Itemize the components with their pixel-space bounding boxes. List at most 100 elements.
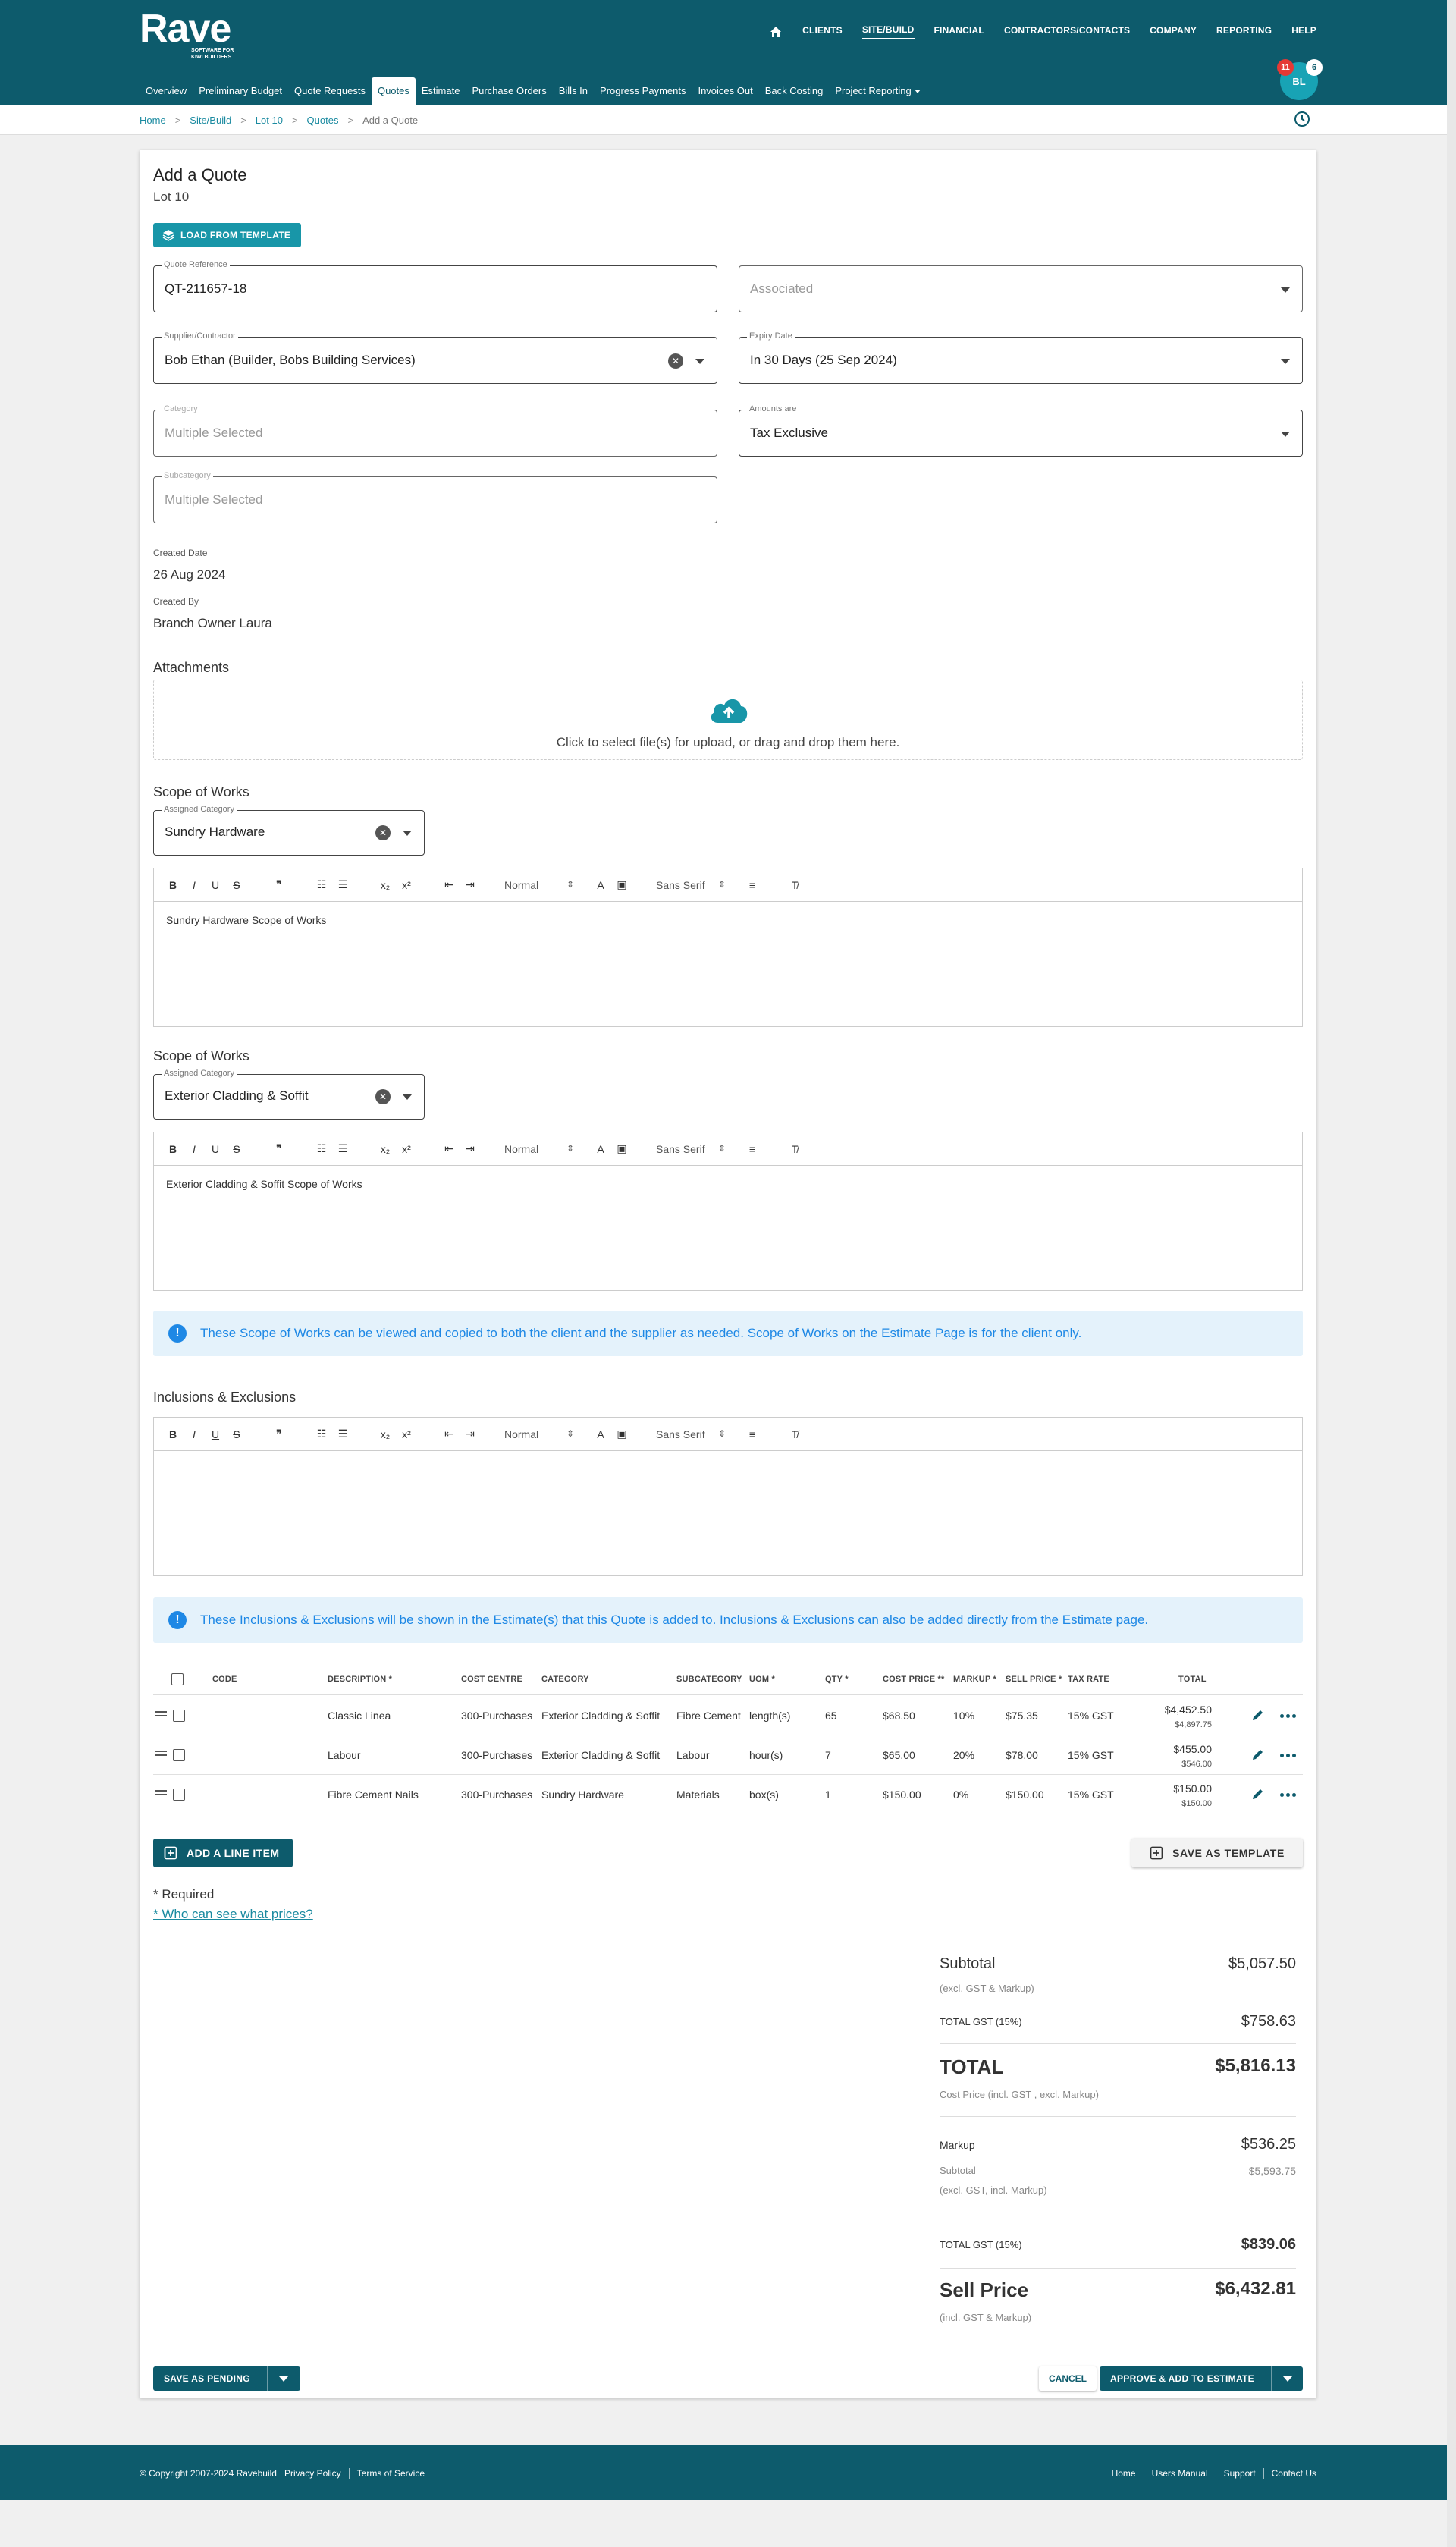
clear-icon[interactable]: ✕ [375, 825, 391, 840]
strike-icon[interactable]: S [228, 879, 245, 891]
ordered-list-icon[interactable]: ☷ [313, 878, 330, 891]
quote-icon[interactable]: ❞ [271, 1427, 287, 1440]
who-can-see-prices-link[interactable]: * Who can see what prices? [153, 1907, 313, 1922]
text-color-icon[interactable]: A [592, 879, 609, 891]
background-color-icon[interactable]: ▣ [613, 878, 630, 891]
bold-icon[interactable]: B [165, 1428, 181, 1440]
tab-preliminary-budget[interactable]: Preliminary Budget [193, 77, 288, 105]
category-field[interactable]: Category Multiple Selected [153, 404, 717, 457]
terms-of-service-link[interactable]: Terms of Service [357, 2468, 425, 2479]
table-row[interactable]: Fibre Cement Nails 300-Purchases Sundry … [153, 1775, 1303, 1814]
bullet-list-icon[interactable]: ☰ [334, 1142, 351, 1155]
chevron-down-icon[interactable] [1283, 2376, 1292, 2382]
quote-icon[interactable]: ❞ [271, 1142, 287, 1155]
topnav-company[interactable]: COMPANY [1150, 25, 1197, 39]
outdent-icon[interactable]: ⇤ [441, 1427, 457, 1440]
strike-icon[interactable]: S [228, 1428, 245, 1440]
text-color-icon[interactable]: A [592, 1428, 609, 1440]
outdent-icon[interactable]: ⇤ [441, 1142, 457, 1155]
tab-back-costing[interactable]: Back Costing [759, 77, 830, 105]
underline-icon[interactable]: U [207, 1428, 224, 1440]
notification-badge[interactable]: 11 [1277, 59, 1294, 76]
page-scrollbar[interactable] [1447, 0, 1456, 2547]
strike-icon[interactable]: S [228, 1143, 245, 1155]
more-options-icon[interactable] [1280, 1793, 1296, 1797]
home-icon[interactable] [769, 25, 783, 39]
privacy-policy-link[interactable]: Privacy Policy [284, 2468, 341, 2479]
associated-select[interactable]: Associated [739, 265, 1303, 312]
indent-icon[interactable]: ⇥ [462, 1142, 479, 1155]
support-link[interactable]: Support [1224, 2468, 1256, 2479]
breadcrumb-lot[interactable]: Lot 10 [256, 115, 283, 126]
edit-pencil-icon[interactable] [1251, 1748, 1265, 1761]
indent-icon[interactable]: ⇥ [462, 878, 479, 891]
ordered-list-icon[interactable]: ☷ [313, 1142, 330, 1155]
row-checkbox[interactable] [173, 1749, 185, 1761]
users-manual-link[interactable]: Users Manual [1152, 2468, 1208, 2479]
topnav-help[interactable]: HELP [1291, 25, 1316, 39]
footer-home-link[interactable]: Home [1112, 2468, 1136, 2479]
add-line-item-button[interactable]: ADD A LINE ITEM [153, 1839, 293, 1867]
breadcrumb-quotes[interactable]: Quotes [307, 115, 339, 126]
background-color-icon[interactable]: ▣ [613, 1427, 630, 1440]
assigned-category-select[interactable]: Assigned Category Sundry Hardware ✕ [153, 805, 425, 856]
tab-invoices-out[interactable]: Invoices Out [692, 77, 758, 105]
save-as-pending-button[interactable]: SAVE AS PENDING [153, 2366, 300, 2391]
clear-format-icon[interactable]: T̸ [786, 1428, 803, 1440]
file-dropzone[interactable]: Click to select file(s) for upload, or d… [153, 680, 1303, 760]
drag-handle-icon[interactable] [155, 1711, 167, 1719]
tab-quotes[interactable]: Quotes [371, 77, 416, 105]
superscript-icon[interactable]: x² [398, 1143, 415, 1155]
assigned-category-select[interactable]: Assigned Category Exterior Cladding & So… [153, 1069, 425, 1120]
size-select[interactable]: Normal [504, 1143, 588, 1155]
superscript-icon[interactable]: x² [398, 1428, 415, 1440]
text-color-icon[interactable]: A [592, 1143, 609, 1155]
topnav-site-build[interactable]: SITE/BUILD [861, 24, 915, 39]
message-badge[interactable]: 6 [1306, 59, 1323, 76]
bullet-list-icon[interactable]: ☰ [334, 1427, 351, 1440]
table-row[interactable]: Classic Linea 300-Purchases Exterior Cla… [153, 1696, 1303, 1735]
drag-handle-icon[interactable] [155, 1790, 167, 1798]
clear-format-icon[interactable]: T̸ [786, 1143, 803, 1155]
clear-icon[interactable]: ✕ [668, 353, 683, 369]
tab-bills-in[interactable]: Bills In [553, 77, 594, 105]
edit-pencil-icon[interactable] [1251, 1787, 1265, 1801]
editor-content[interactable]: Sundry Hardware Scope of Works [154, 902, 1302, 938]
history-clock-icon[interactable] [1294, 111, 1310, 127]
tab-project-reporting[interactable]: Project Reporting [829, 77, 926, 105]
load-from-template-button[interactable]: LOAD FROM TEMPLATE [153, 223, 302, 247]
size-select[interactable]: Normal [504, 879, 588, 891]
quote-icon[interactable]: ❞ [271, 878, 287, 891]
size-select[interactable]: Normal [504, 1428, 588, 1440]
save-as-template-button[interactable]: SAVE AS TEMPLATE [1131, 1839, 1303, 1867]
editor-content[interactable] [154, 1451, 1302, 1475]
edit-pencil-icon[interactable] [1251, 1708, 1265, 1722]
select-all-checkbox[interactable] [171, 1673, 184, 1685]
font-select[interactable]: Sans Serif [656, 1428, 739, 1440]
ordered-list-icon[interactable]: ☷ [313, 1427, 330, 1440]
topnav-reporting[interactable]: REPORTING [1216, 25, 1272, 39]
contact-us-link[interactable]: Contact Us [1272, 2468, 1316, 2479]
subscript-icon[interactable]: x₂ [377, 1428, 394, 1440]
quote-reference-field[interactable]: Quote Reference QT-211657-18 [153, 260, 717, 312]
drag-handle-icon[interactable] [155, 1751, 167, 1758]
row-checkbox[interactable] [173, 1710, 185, 1722]
topnav-clients[interactable]: CLIENTS [802, 25, 843, 39]
clear-icon[interactable]: ✕ [375, 1089, 391, 1104]
indent-icon[interactable]: ⇥ [462, 1427, 479, 1440]
tab-progress-payments[interactable]: Progress Payments [594, 77, 692, 105]
align-icon[interactable]: ≡ [744, 1428, 761, 1440]
align-icon[interactable]: ≡ [744, 879, 761, 891]
underline-icon[interactable]: U [207, 879, 224, 891]
breadcrumb-home[interactable]: Home [140, 115, 166, 126]
supplier-contractor-select[interactable]: Supplier/Contractor Bob Ethan (Builder, … [153, 331, 717, 384]
bold-icon[interactable]: B [165, 1143, 181, 1155]
editor-content[interactable]: Exterior Cladding & Soffit Scope of Work… [154, 1166, 1302, 1202]
subscript-icon[interactable]: x₂ [377, 879, 394, 891]
italic-icon[interactable]: I [186, 1428, 202, 1440]
font-select[interactable]: Sans Serif [656, 879, 739, 891]
italic-icon[interactable]: I [186, 879, 202, 891]
bold-icon[interactable]: B [165, 879, 181, 891]
italic-icon[interactable]: I [186, 1143, 202, 1155]
topnav-financial[interactable]: FINANCIAL [934, 25, 984, 39]
